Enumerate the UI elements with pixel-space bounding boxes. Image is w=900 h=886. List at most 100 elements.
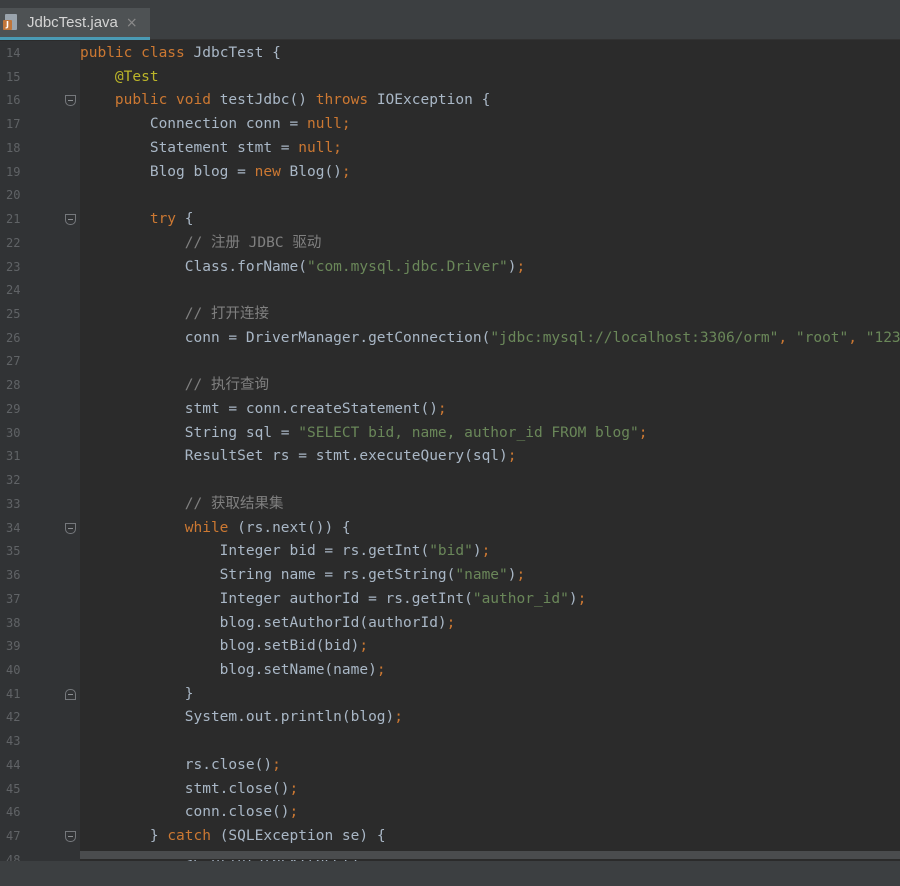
code-token: blog.setAuthorId(authorId) bbox=[80, 614, 447, 631]
close-icon[interactable]: × bbox=[126, 15, 138, 31]
code-token: Connection conn = bbox=[80, 116, 307, 133]
line-number: 24 bbox=[6, 283, 21, 298]
code-token: ; bbox=[437, 400, 447, 417]
tab-label: JdbcTest.java bbox=[27, 14, 118, 31]
code-token: String sql = bbox=[80, 424, 299, 441]
code-line[interactable]: Connection conn = null; bbox=[80, 113, 351, 137]
code-token: ; bbox=[376, 661, 386, 678]
code-token: JdbcTest { bbox=[193, 45, 281, 61]
code-token: ResultSet rs = stmt.executeQuery(sql) bbox=[80, 448, 508, 465]
code-line[interactable]: Statement stmt = null; bbox=[80, 137, 342, 161]
code-line[interactable]: String name = rs.getString("name"); bbox=[80, 564, 526, 588]
code-line[interactable]: } catch (SQLException se) { bbox=[80, 825, 386, 849]
code-token: ; bbox=[516, 258, 526, 275]
line-number: 32 bbox=[6, 473, 21, 488]
code-token: try bbox=[149, 211, 185, 228]
code-token: } bbox=[80, 828, 168, 845]
code-line[interactable]: Integer authorId = rs.getInt("author_id"… bbox=[80, 588, 587, 612]
code-token: new bbox=[254, 163, 290, 180]
code-line[interactable]: Class.forName("com.mysql.jdbc.Driver"); bbox=[80, 256, 526, 280]
code-line[interactable]: // 执行查询 bbox=[80, 374, 269, 398]
line-number: 42 bbox=[6, 710, 21, 725]
editor-gutter: 14 15 16 17 18 19 20 21 22 23 24 25 26 27 28 29 30 31 32 33… bbox=[0, 41, 80, 861]
code-line[interactable]: } bbox=[80, 683, 194, 707]
code-token: (rs.next()) { bbox=[237, 519, 351, 536]
code-token: ) bbox=[568, 590, 578, 607]
code-line[interactable]: @Test bbox=[80, 66, 159, 90]
code-token: // 注册 JDBC 驱动 bbox=[184, 234, 322, 251]
fold-collapse-icon[interactable] bbox=[65, 95, 76, 107]
line-number: 18 bbox=[6, 140, 21, 155]
code-line[interactable]: ResultSet rs = stmt.executeQuery(sql); bbox=[80, 445, 517, 469]
line-number: 25 bbox=[6, 307, 21, 322]
horizontal-scrollbar[interactable] bbox=[80, 849, 900, 860]
code-line[interactable]: public class JdbcTest { bbox=[80, 42, 281, 66]
horizontal-scroll-thumb[interactable] bbox=[80, 851, 900, 859]
code-line[interactable]: Integer bid = rs.getInt("bid"); bbox=[80, 540, 491, 564]
line-number: 44 bbox=[6, 757, 21, 772]
ide-window: J JdbcTest.java × 14 15 16 17 18 19 20 21 22 23 24… bbox=[0, 0, 900, 886]
code-line[interactable]: Blog blog = new Blog(); bbox=[80, 161, 351, 185]
line-number: 16 bbox=[6, 93, 21, 108]
line-number: 37 bbox=[6, 591, 21, 606]
code-line[interactable]: stmt = conn.createStatement(); bbox=[80, 398, 447, 422]
code-token: , bbox=[778, 329, 796, 346]
line-number: 23 bbox=[6, 259, 21, 274]
code-token: ; bbox=[394, 709, 404, 726]
code-token: blog.setBid(bid) bbox=[80, 638, 360, 655]
tab-jdbctest-java[interactable]: J JdbcTest.java × bbox=[0, 8, 150, 40]
code-token: ; bbox=[481, 543, 491, 560]
line-number: 31 bbox=[6, 449, 21, 464]
line-number: 17 bbox=[6, 117, 21, 132]
fold-collapse-icon[interactable] bbox=[65, 831, 76, 843]
code-token: System.out.println(blog) bbox=[80, 709, 395, 726]
code-token: throws bbox=[315, 92, 377, 109]
line-number: 26 bbox=[6, 330, 21, 345]
line-number: 45 bbox=[6, 781, 21, 796]
fold-end-icon[interactable] bbox=[65, 688, 76, 700]
code-line[interactable]: // 打开连接 bbox=[80, 303, 269, 327]
code-token: ; bbox=[516, 567, 526, 584]
code-line[interactable]: try { bbox=[80, 208, 194, 232]
code-line[interactable]: String sql = "SELECT bid, name, author_i… bbox=[80, 422, 648, 446]
line-number: 33 bbox=[6, 496, 21, 511]
code-line[interactable]: blog.setBid(bid); bbox=[80, 635, 368, 659]
code-line[interactable]: // 获取结果集 bbox=[80, 493, 284, 517]
code-line[interactable]: // 注册 JDBC 驱动 bbox=[80, 232, 322, 256]
line-number: 15 bbox=[6, 69, 21, 84]
code-line[interactable]: while (rs.next()) { bbox=[80, 517, 351, 541]
code-token: @Test bbox=[114, 68, 159, 85]
code-line[interactable]: conn = DriverManager.getConnection("jdbc… bbox=[80, 327, 900, 351]
code-line[interactable]: rs.close(); bbox=[80, 754, 281, 778]
code-token: ; bbox=[359, 638, 369, 655]
line-number: 38 bbox=[6, 615, 21, 630]
code-token: "name" bbox=[455, 567, 508, 584]
code-token: , bbox=[848, 329, 866, 346]
code-editor[interactable]: 14 15 16 17 18 19 20 21 22 23 24 25 26 27 28 29 30 31 32 33… bbox=[0, 41, 900, 861]
code-token: "author_id" bbox=[472, 590, 569, 607]
code-token: Integer bid = rs.getInt( bbox=[80, 543, 430, 560]
code-line[interactable]: System.out.println(blog); bbox=[80, 706, 403, 730]
fold-collapse-icon[interactable] bbox=[65, 522, 76, 534]
code-token: ; bbox=[446, 614, 456, 631]
code-token: ; bbox=[638, 424, 648, 441]
java-file-icon: J bbox=[3, 13, 19, 33]
code-token: "com.mysql.jdbc.Driver" bbox=[306, 258, 508, 275]
code-line[interactable]: conn.close(); bbox=[80, 801, 299, 825]
line-number: 39 bbox=[6, 639, 21, 654]
line-number: 29 bbox=[6, 401, 21, 416]
code-line[interactable]: stmt.close(); bbox=[80, 778, 299, 802]
code-token: "root" bbox=[795, 329, 849, 346]
fold-collapse-icon[interactable] bbox=[65, 214, 76, 226]
code-token: catch bbox=[167, 828, 220, 845]
code-token: null; bbox=[306, 116, 351, 133]
code-line[interactable]: blog.setName(name); bbox=[80, 659, 386, 683]
line-number: 27 bbox=[6, 354, 21, 369]
code-token: public bbox=[80, 45, 142, 61]
code-line[interactable]: public void testJdbc() throws IOExceptio… bbox=[80, 89, 490, 113]
code-line[interactable]: blog.setAuthorId(authorId); bbox=[80, 612, 456, 636]
code-token: "bid" bbox=[429, 543, 473, 560]
